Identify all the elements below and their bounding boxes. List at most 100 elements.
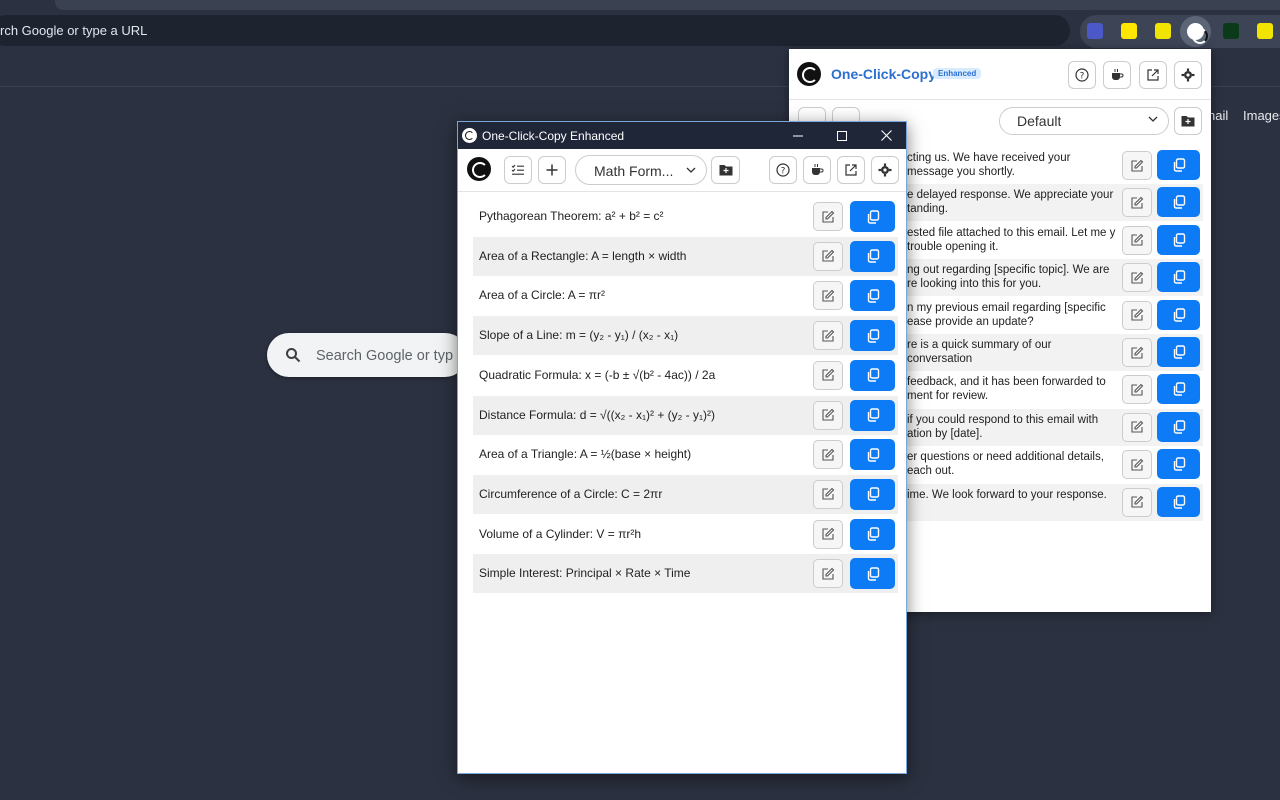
edit-snippet-button[interactable]: [813, 519, 843, 549]
copy-snippet-button[interactable]: [1157, 224, 1200, 255]
copy-snippet-button[interactable]: [850, 399, 895, 431]
edit-icon: [1131, 495, 1144, 508]
edit-snippet-button[interactable]: [813, 281, 843, 311]
edit-snippet-button[interactable]: [1122, 225, 1152, 255]
gmail-link[interactable]: nail: [1208, 108, 1228, 123]
folder-manage-button[interactable]: [1174, 107, 1202, 135]
donate-button[interactable]: [1103, 61, 1131, 89]
edit-snippet-button[interactable]: [1122, 487, 1152, 517]
copy-icon: [867, 328, 879, 343]
folder-manage-button[interactable]: [711, 156, 740, 184]
extension-sticky-icon[interactable]: [1121, 23, 1137, 39]
edit-snippet-button[interactable]: [1122, 375, 1152, 405]
maximize-button[interactable]: [820, 122, 864, 149]
help-button[interactable]: ?: [769, 156, 797, 184]
snippet-text: e delayed response. We appreciate your t…: [907, 189, 1114, 216]
copy-snippet-button[interactable]: [1157, 262, 1200, 293]
copy-snippet-button[interactable]: [1157, 374, 1200, 405]
copy-icon: [867, 408, 879, 422]
minimize-button[interactable]: [776, 122, 820, 149]
snippet-text: Volume of a Cylinder: V = πr²h: [479, 526, 642, 541]
gear-icon: [878, 163, 892, 177]
copy-snippet-button[interactable]: [1157, 150, 1200, 180]
snippet-text: ng out regarding [specific topic]. We ar…: [907, 264, 1110, 291]
snippet-row: Slope of a Line: m = (y₂ - y₁) / (x₂ - x…: [473, 316, 898, 356]
snippet-text: feedback, and it has been forwarded to m…: [907, 376, 1106, 403]
copy-snippet-button[interactable]: [850, 320, 895, 352]
one-click-copy-extension-button[interactable]: [1180, 16, 1211, 47]
edit-icon: [1131, 271, 1144, 284]
snippet-row: Area of a Triangle: A = ½(base × height): [473, 435, 898, 474]
extension-highlighter-icon[interactable]: [1155, 23, 1171, 39]
window-titlebar[interactable]: One-Click-Copy Enhanced: [458, 122, 906, 149]
copy-icon: [867, 567, 879, 581]
settings-button[interactable]: [871, 156, 899, 184]
edit-snippet-button[interactable]: [813, 400, 843, 430]
external-link-icon: [1147, 69, 1159, 81]
edit-snippet-button[interactable]: [1122, 412, 1152, 442]
copy-icon: [867, 368, 879, 382]
edit-snippet-button[interactable]: [1122, 450, 1152, 480]
copy-icon: [1173, 420, 1185, 434]
address-bar[interactable]: rch Google or type a URL: [0, 15, 1070, 46]
edit-snippet-button[interactable]: [1122, 263, 1152, 293]
help-button[interactable]: ?: [1068, 61, 1096, 89]
edit-icon: [822, 567, 835, 580]
copy-snippet-button[interactable]: [850, 280, 895, 312]
edit-snippet-button[interactable]: [813, 440, 843, 470]
copy-snippet-button[interactable]: [850, 201, 895, 232]
copy-snippet-button[interactable]: [850, 240, 895, 272]
copy-icon: [1173, 494, 1185, 509]
app-title: One-Click-Copy: [831, 66, 937, 82]
copy-snippet-button[interactable]: [850, 558, 895, 590]
window-title: One-Click-Copy Enhanced: [482, 129, 625, 143]
copy-snippet-button[interactable]: [1157, 486, 1200, 517]
edit-snippet-button[interactable]: [813, 321, 843, 351]
open-window-button[interactable]: [837, 156, 865, 184]
copy-snippet-button[interactable]: [850, 518, 895, 550]
snippet-text: Circumference of a Circle: C = 2πr: [479, 486, 663, 501]
open-window-button[interactable]: [1139, 61, 1167, 89]
images-link[interactable]: Images: [1243, 108, 1280, 123]
edit-snippet-button[interactable]: [1122, 188, 1152, 218]
copy-icon: [1173, 158, 1185, 172]
edit-snippet-button[interactable]: [1122, 151, 1152, 180]
edit-snippet-button[interactable]: [813, 559, 843, 589]
snippet-row: Volume of a Cylinder: V = πr²h: [473, 515, 898, 554]
copy-icon: [867, 209, 879, 224]
edit-icon: [1131, 421, 1144, 433]
edit-snippet-button[interactable]: [1122, 300, 1152, 330]
add-snippet-button[interactable]: [538, 156, 566, 184]
copy-icon: [867, 487, 879, 502]
copy-snippet-button[interactable]: [850, 478, 895, 510]
minimize-icon: [793, 135, 803, 136]
copy-snippet-button[interactable]: [1157, 337, 1200, 367]
bulk-select-button[interactable]: [504, 156, 532, 184]
copy-snippet-button[interactable]: [850, 359, 895, 391]
edit-snippet-button[interactable]: [813, 202, 843, 231]
extension-pen-icon[interactable]: [1257, 23, 1273, 39]
edit-snippet-button[interactable]: [813, 479, 843, 509]
close-button[interactable]: [864, 122, 906, 149]
folder-select[interactable]: Math Form...: [575, 155, 707, 185]
copy-snippet-button[interactable]: [1157, 411, 1200, 442]
edit-snippet-button[interactable]: [813, 241, 843, 271]
snippet-text: if you could respond to this email with …: [907, 413, 1099, 440]
folder-select[interactable]: Default: [999, 107, 1169, 135]
edit-icon: [1131, 346, 1144, 359]
window-logo-icon: [462, 128, 477, 143]
donate-button[interactable]: [803, 156, 831, 184]
settings-button[interactable]: [1174, 61, 1202, 89]
extension-terminal-icon[interactable]: [1223, 23, 1239, 39]
copy-snippet-button[interactable]: [1157, 449, 1200, 480]
extension-puzzle-icon[interactable]: [1087, 23, 1103, 39]
google-search-box[interactable]: Search Google or typ: [267, 333, 467, 377]
edit-snippet-button[interactable]: [813, 360, 843, 390]
copy-snippet-button[interactable]: [850, 439, 895, 471]
edit-icon: [1131, 383, 1144, 396]
edit-snippet-button[interactable]: [1122, 338, 1152, 367]
folder-select-value: Math Form...: [594, 163, 674, 179]
edit-icon: [822, 289, 835, 302]
copy-snippet-button[interactable]: [1157, 187, 1200, 218]
copy-snippet-button[interactable]: [1157, 299, 1200, 330]
